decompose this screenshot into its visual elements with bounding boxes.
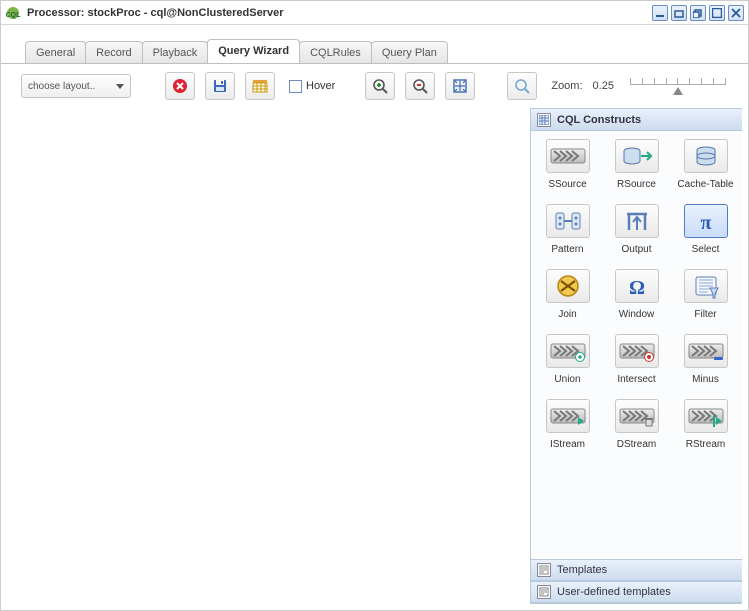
- construct-ssource: SSource: [538, 139, 598, 190]
- zoom-in-button[interactable]: [365, 72, 395, 100]
- construct-select-button[interactable]: π: [684, 204, 728, 238]
- chevron-down-icon: [116, 84, 124, 89]
- construct-label: Intersect: [617, 374, 655, 385]
- construct-label: RSource: [617, 179, 656, 190]
- zoom-out-button[interactable]: [405, 72, 435, 100]
- slider-thumb-icon[interactable]: [673, 87, 683, 95]
- construct-rstream-button[interactable]: [684, 399, 728, 433]
- construct-select: π Select: [676, 204, 736, 255]
- construct-union-button[interactable]: [546, 334, 590, 368]
- titlebar: CQL Processor: stockProc - cql@NonCluste…: [1, 1, 748, 25]
- tab-query-plan[interactable]: Query Plan: [371, 41, 448, 63]
- construct-minus: Minus: [676, 334, 736, 385]
- minimize-button[interactable]: [652, 5, 668, 21]
- construct-rsource-button[interactable]: [615, 139, 659, 173]
- hover-checkbox[interactable]: [289, 80, 302, 93]
- cql-constructs-palette: CQL Constructs SSource RSource Cache-Table…: [530, 108, 742, 604]
- layout-select[interactable]: choose layout..: [21, 74, 131, 98]
- tab-strip: General Record Playback Query Wizard CQL…: [25, 39, 748, 63]
- palette-body: SSource RSource Cache-Table Pattern Output πS…: [531, 131, 742, 559]
- construct-istream: IStream: [538, 399, 598, 450]
- maximize-button[interactable]: [709, 5, 725, 21]
- restore-up-button[interactable]: [690, 5, 706, 21]
- palette-title: CQL Constructs: [557, 114, 641, 126]
- construct-label: Cache-Table: [677, 179, 733, 190]
- construct-minus-button[interactable]: [684, 334, 728, 368]
- fit-view-button[interactable]: [445, 72, 475, 100]
- search-zoom-button[interactable]: [507, 72, 537, 100]
- construct-output: Output: [607, 204, 667, 255]
- construct-ssource-button[interactable]: [546, 139, 590, 173]
- user-templates-label: User-defined templates: [557, 586, 671, 598]
- processor-window: CQL Processor: stockProc - cql@NonCluste…: [0, 0, 749, 611]
- save-button[interactable]: [205, 72, 235, 100]
- construct-rsource: RSource: [607, 139, 667, 190]
- palette-grid-icon: [537, 113, 551, 127]
- user-templates-icon: [537, 585, 551, 599]
- window-title: Processor: stockProc - cql@NonClusteredS…: [27, 7, 652, 19]
- query-wizard-toolbar: choose layout.. Hover: [1, 64, 748, 108]
- tab-cqlrules[interactable]: CQLRules: [299, 41, 372, 63]
- construct-label: RStream: [686, 439, 725, 450]
- construct-intersect: Intersect: [607, 334, 667, 385]
- construct-cache-table: Cache-Table: [676, 139, 736, 190]
- construct-label: SSource: [548, 179, 586, 190]
- construct-filter: Filter: [676, 269, 736, 320]
- tab-general[interactable]: General: [25, 41, 86, 63]
- workspace: CQL Constructs SSource RSource Cache-Table…: [1, 108, 748, 610]
- cql-logo-icon: CQL: [5, 5, 21, 21]
- zoom-slider[interactable]: [630, 78, 726, 95]
- construct-rstream: RStream: [676, 399, 736, 450]
- templates-label: Templates: [557, 564, 607, 576]
- construct-label: Select: [692, 244, 720, 255]
- construct-window: Ω Window: [607, 269, 667, 320]
- construct-pattern: Pattern: [538, 204, 598, 255]
- zoom-value: 0.25: [593, 80, 614, 92]
- construct-label: Window: [619, 309, 655, 320]
- restore-down-button[interactable]: [671, 5, 687, 21]
- svg-text:π: π: [700, 212, 711, 234]
- construct-label: Output: [621, 244, 651, 255]
- construct-label: DStream: [617, 439, 656, 450]
- construct-label: IStream: [550, 439, 585, 450]
- svg-text:Ω: Ω: [628, 277, 644, 299]
- construct-window-button[interactable]: Ω: [615, 269, 659, 303]
- construct-dstream-button[interactable]: [615, 399, 659, 433]
- tab-query-wizard[interactable]: Query Wizard: [207, 39, 300, 63]
- construct-join: Join: [538, 269, 598, 320]
- delete-button[interactable]: [165, 72, 195, 100]
- construct-pattern-button[interactable]: [546, 204, 590, 238]
- construct-dstream: DStream: [607, 399, 667, 450]
- zoom-label: Zoom:: [551, 80, 582, 92]
- templates-icon: [537, 563, 551, 577]
- construct-union: Union: [538, 334, 598, 385]
- construct-output-button[interactable]: [615, 204, 659, 238]
- layout-select-label: choose layout..: [28, 81, 95, 92]
- templates-section[interactable]: Templates: [531, 559, 742, 581]
- svg-text:CQL: CQL: [6, 12, 21, 19]
- hover-label: Hover: [306, 80, 335, 92]
- construct-cache-table-button[interactable]: [684, 139, 728, 173]
- palette-header[interactable]: CQL Constructs: [531, 109, 742, 131]
- construct-label: Union: [554, 374, 580, 385]
- tab-content: choose layout.. Hover: [1, 63, 748, 610]
- construct-label: Pattern: [551, 244, 583, 255]
- construct-filter-button[interactable]: [684, 269, 728, 303]
- construct-label: Join: [558, 309, 576, 320]
- user-templates-section[interactable]: User-defined templates: [531, 581, 742, 603]
- tab-record[interactable]: Record: [85, 41, 142, 63]
- construct-join-button[interactable]: [546, 269, 590, 303]
- construct-istream-button[interactable]: [546, 399, 590, 433]
- grid-button[interactable]: [245, 72, 275, 100]
- tab-playback[interactable]: Playback: [142, 41, 209, 63]
- construct-label: Minus: [692, 374, 719, 385]
- query-canvas[interactable]: [1, 108, 530, 610]
- close-button[interactable]: [728, 5, 744, 21]
- construct-label: Filter: [694, 309, 716, 320]
- construct-intersect-button[interactable]: [615, 334, 659, 368]
